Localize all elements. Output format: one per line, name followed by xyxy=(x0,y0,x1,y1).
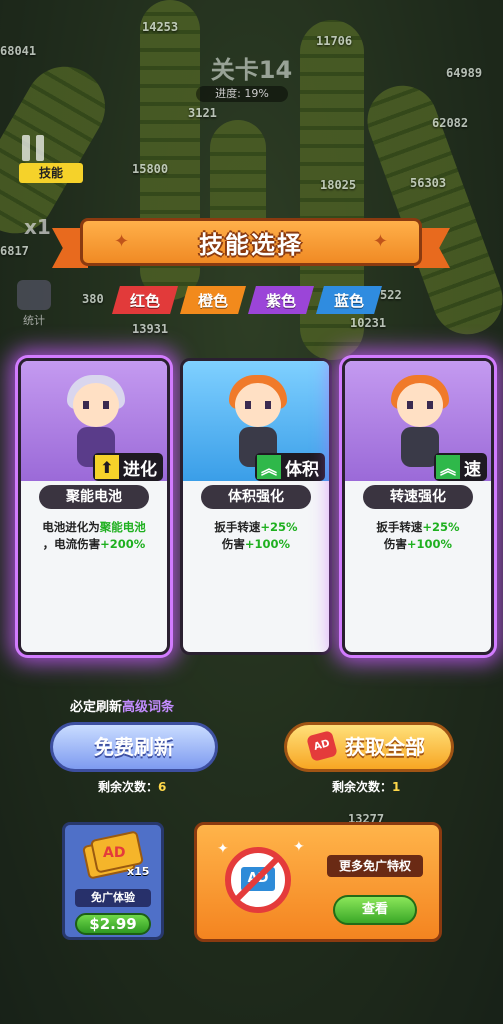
enemy-hp-number: 6817 xyxy=(0,244,29,258)
enemy-hp-number: 10231 xyxy=(350,316,387,330)
filter-orange[interactable]: 橙色 xyxy=(180,286,246,314)
ad-free-privilege-panel: ✦ ✦ AD 更多免广特权 查看 xyxy=(194,822,442,942)
skill-description: 电池进化为聚能电池 ，电流伤害+200% xyxy=(42,520,146,551)
enemy-hp-number: 56303 xyxy=(410,176,447,190)
page-title: 技能选择 xyxy=(199,231,303,259)
filter-red[interactable]: 红色 xyxy=(112,286,178,314)
enemy-hp-number: 522 xyxy=(380,288,402,302)
badge-label: 体积 xyxy=(285,459,319,480)
ad-ticket-icon: AD xyxy=(306,730,338,762)
size-badge: ︽ 体积 xyxy=(255,453,325,481)
stage-title: 关卡14 xyxy=(210,56,293,84)
enemy-hp-number: 380 xyxy=(82,292,104,306)
refresh-note: 必定刷新高级词条 xyxy=(70,700,175,715)
free-refresh-button[interactable]: 免费刷新 xyxy=(50,722,218,772)
filter-purple[interactable]: 紫色 xyxy=(248,286,314,314)
double-chevron-up-icon: ︽ xyxy=(257,455,281,479)
skill-card-size-boost[interactable]: ︽ 体积 体积强化 扳手转速+25% 伤害+100% xyxy=(180,358,332,655)
skill-card-energy-battery[interactable]: ⬆ 进化 聚能电池 电池进化为聚能电池 ，电流伤害+200% xyxy=(18,358,170,655)
skill-description: 扳手转速+25% 伤害+100% xyxy=(376,520,460,551)
speed-toggle[interactable]: x1 xyxy=(24,215,51,239)
enemy-hp-number: 3121 xyxy=(188,106,217,120)
privilege-title: 更多免广特权 xyxy=(327,855,423,877)
get-all-remaining: 剩余次数：1 xyxy=(332,780,401,794)
filter-blue[interactable]: 蓝色 xyxy=(316,286,382,314)
sparkle-icon: ✦ xyxy=(217,841,229,857)
enemy-hp-number: 14253 xyxy=(142,20,179,34)
skill-name: 转速强化 xyxy=(363,485,473,509)
sparkle-icon: ✦ xyxy=(293,839,305,855)
stage-progress: 进度: 19% xyxy=(196,86,288,102)
badge-label: 进化 xyxy=(123,459,157,480)
no-ads-icon: AD xyxy=(225,847,291,913)
badge-label: 速 xyxy=(464,459,481,480)
skill-name: 体积强化 xyxy=(201,485,311,509)
color-filter-bar: 红色 橙色 紫色 蓝色 xyxy=(112,286,382,314)
get-all-button[interactable]: AD 获取全部 xyxy=(284,722,454,772)
enemy-hp-number: 62082 xyxy=(432,116,469,130)
skill-description: 扳手转速+25% 伤害+100% xyxy=(214,520,298,551)
evolve-badge: ⬆ 进化 xyxy=(93,453,163,481)
ad-free-pack[interactable]: AD x15 免广体验 $2.99 xyxy=(62,822,164,940)
skill-name: 聚能电池 xyxy=(39,485,149,509)
enemy-hp-number: 11706 xyxy=(316,34,353,48)
buy-price-button[interactable]: $2.99 xyxy=(75,913,151,935)
stats-label: 统计 xyxy=(23,314,45,327)
stats-button[interactable]: 统计 xyxy=(14,280,54,328)
enemy-hp-number: 18025 xyxy=(320,178,357,192)
skill-select-banner: ✦ 技能选择 ✦ xyxy=(52,218,450,270)
enemy-hp-number: 13931 xyxy=(132,322,169,336)
bar-chart-icon xyxy=(17,280,51,310)
get-all-label: 获取全部 xyxy=(345,735,425,759)
sparkle-icon: ✦ xyxy=(372,231,388,252)
ticket-multiplier: x15 xyxy=(127,865,150,878)
skill-tag[interactable]: 技能 xyxy=(19,163,83,183)
enemy-hp-number: 15800 xyxy=(132,162,169,176)
double-chevron-up-icon: ︽ xyxy=(436,455,460,479)
speed-badge: ︽ 速 xyxy=(434,453,487,481)
view-button[interactable]: 查看 xyxy=(333,895,417,925)
free-refresh-remaining: 剩余次数：6 xyxy=(98,780,167,794)
pause-icon[interactable] xyxy=(18,135,48,161)
skill-card-spin-speed[interactable]: ︽ 速 转速强化 扳手转速+25% 伤害+100% xyxy=(342,358,494,655)
trial-label: 免广体验 xyxy=(75,889,151,907)
arrow-up-icon: ⬆ xyxy=(95,455,119,479)
